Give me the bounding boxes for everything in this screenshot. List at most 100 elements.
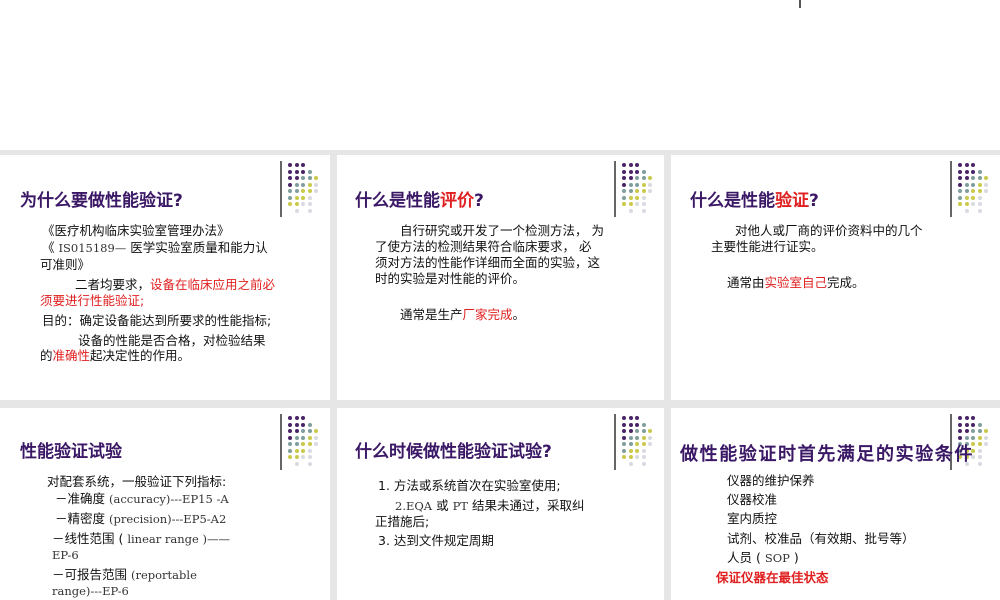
decoration-dot: [301, 189, 305, 193]
slide-thumbnail-3[interactable]: 什么是性能验证? 对他人或厂商的评价资料中的几个 主要性能进行证实。 通常由实验…: [671, 155, 1000, 400]
decoration-dot: [958, 416, 962, 420]
dot-pattern-decoration: [614, 414, 656, 470]
divider-line: [614, 161, 616, 217]
decoration-dot: [622, 176, 626, 180]
decoration-dot: [294, 435, 299, 440]
decoration-dot: [964, 429, 969, 433]
slide-thumbnail-6[interactable]: 做性能验证时首先满足的实验条件 仪器的维护保养 仪器校准 室内质控 试剂、校准品…: [671, 408, 1000, 600]
decoration-dot: [984, 435, 988, 440]
decoration-dot: [288, 169, 292, 174]
slide-text: 正措施后;: [375, 514, 430, 529]
decoration-dot: [622, 195, 626, 200]
decoration-dot: [977, 169, 982, 174]
decoration-dot: [628, 455, 633, 459]
decoration-dot: [288, 448, 292, 453]
decoration-dot: [628, 429, 633, 433]
decoration-dot: [288, 195, 292, 200]
decoration-dot: [622, 435, 626, 440]
decoration-dot: [971, 195, 975, 200]
decoration-dot: [971, 189, 975, 193]
slide-text: 须要进行性能验证;: [40, 293, 145, 308]
decoration-dot: [294, 169, 299, 174]
decoration-dot: [314, 189, 318, 193]
decoration-dot: [294, 163, 299, 167]
decoration-dot: [635, 442, 639, 446]
decoration-dot: [301, 202, 305, 206]
slide-thumbnail-2[interactable]: 什么是性能评价? 自行研究或开发了一个检测方法， 为 了使方法的检测结果符合临床…: [337, 155, 664, 400]
decoration-dot: [964, 416, 969, 420]
decoration-dot: [294, 448, 299, 453]
decoration-dot: [977, 461, 982, 466]
decoration-dot: [635, 429, 639, 433]
decoration-dot: [307, 448, 312, 453]
decoration-dot: [307, 435, 312, 440]
decoration-dot: [301, 169, 305, 174]
slide-title: 为什么要做性能验证?: [20, 191, 183, 211]
decoration-dot: [288, 202, 292, 206]
decoration-dot: [648, 429, 652, 433]
slide-text: －可报告范围 (reportable: [52, 567, 197, 582]
decoration-dot: [964, 163, 969, 167]
decoration-dot: [628, 422, 633, 427]
decoration-dot: [984, 442, 988, 446]
decoration-dot: [301, 422, 305, 427]
decoration-dot: [307, 189, 312, 193]
slide-text: 试剂、校准品（有效期、批号等）: [727, 531, 915, 546]
slide-text: 保证仪器在最佳状态: [716, 570, 829, 585]
decoration-dot: [635, 163, 639, 167]
slide-text: －线性范围 ( linear range )——: [52, 531, 230, 546]
decoration-dot: [294, 208, 299, 213]
decoration-dot: [958, 169, 962, 174]
decoration-dot: [288, 442, 292, 446]
decoration-dot: [635, 455, 639, 459]
dot-pattern-decoration: [614, 161, 656, 217]
slide-thumbnail-4[interactable]: 性能验证试验 对配套系统，一般验证下列指标: －准确度 (accuracy)--…: [0, 408, 330, 600]
slide-title: 什么是性能评价?: [355, 191, 484, 211]
decoration-dot: [622, 416, 626, 420]
slide-thumbnail-1[interactable]: 为什么要做性能验证? 《医疗机构临床实验室管理办法》 《 IS015189— 医…: [0, 155, 330, 400]
decoration-dot: [648, 442, 652, 446]
decoration-dot: [635, 422, 639, 427]
decoration-dot: [301, 435, 305, 440]
top-area: [0, 0, 1000, 150]
decoration-dot: [964, 208, 969, 213]
decoration-dot: [628, 416, 633, 420]
decoration-dot: [628, 208, 633, 213]
decoration-dot: [977, 429, 982, 433]
slide-thumbnail-5[interactable]: 什么时候做性能验证试验? 1. 方法或系统首次在实验室使用; 2.EQA 或 P…: [337, 408, 664, 600]
decoration-dot: [977, 442, 982, 446]
decoration-dot: [628, 461, 633, 466]
slide-text: －精密度 (precision)---EP5-A2: [55, 511, 227, 526]
decoration-dot: [971, 435, 975, 440]
decoration-dot: [301, 455, 305, 459]
decoration-dot: [971, 169, 975, 174]
decoration-dot: [314, 176, 318, 180]
decoration-dot: [622, 189, 626, 193]
decoration-dot: [314, 182, 318, 187]
decoration-dot: [294, 442, 299, 446]
decoration-dot: [628, 176, 633, 180]
decoration-dot: [622, 202, 626, 206]
slide-text: 主要性能进行证实。: [711, 239, 824, 254]
decoration-dot: [641, 182, 646, 187]
decoration-dot: [628, 202, 633, 206]
decoration-dot: [958, 429, 962, 433]
decoration-dot: [628, 163, 633, 167]
slide-text: 可准则》: [40, 257, 91, 272]
decoration-dot: [294, 416, 299, 420]
decoration-dot: [294, 429, 299, 433]
decoration-dot: [971, 202, 975, 206]
decoration-dot: [641, 202, 646, 206]
decoration-dot: [964, 189, 969, 193]
slide-text: EP-6: [52, 548, 79, 562]
decoration-dot: [622, 448, 626, 453]
decoration-dot: [294, 461, 299, 466]
decoration-dot: [635, 169, 639, 174]
decoration-dot: [635, 416, 639, 420]
decoration-dot: [301, 195, 305, 200]
decoration-dot: [635, 189, 639, 193]
slide-text: 《 IS015189— 医学实验室质量和能力认: [42, 240, 268, 255]
decoration-dot: [984, 429, 988, 433]
decoration-dot: [301, 448, 305, 453]
decoration-dot: [641, 169, 646, 174]
